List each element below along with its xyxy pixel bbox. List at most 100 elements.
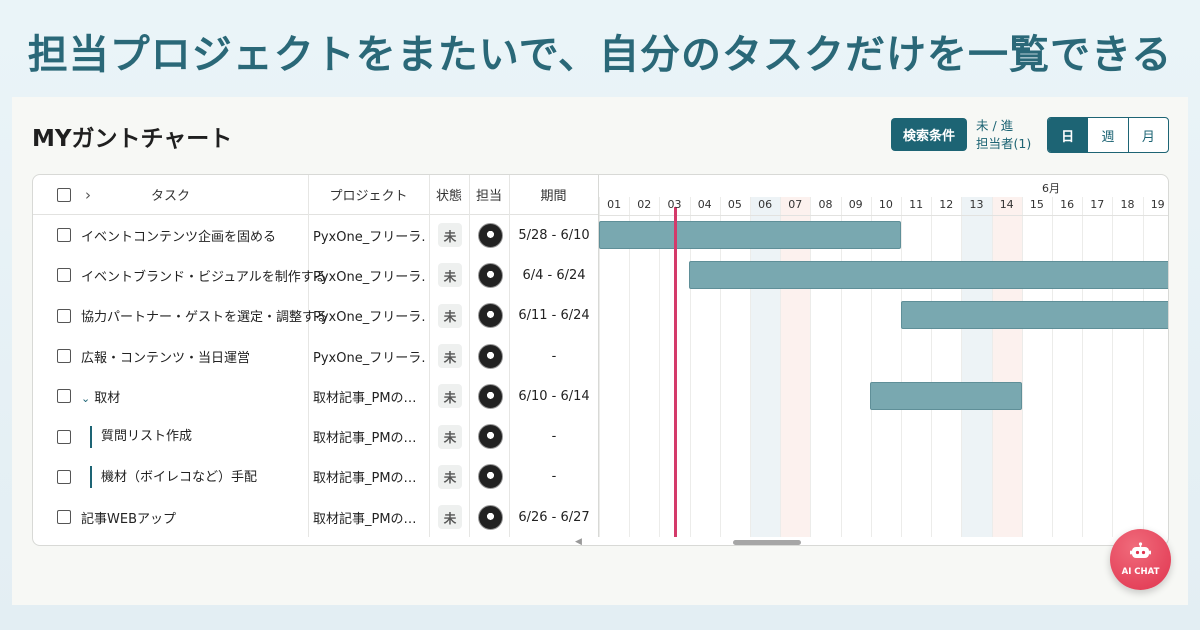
- task-name: 機材（ボイレコなど）手配: [101, 469, 258, 485]
- day-label: 11: [909, 198, 924, 211]
- day-label: 06: [758, 198, 773, 211]
- subtask: 機材（ボイレコなど）手配: [90, 466, 257, 489]
- scroll-left-icon[interactable]: ◀: [575, 537, 582, 545]
- task-period: 6/10 - 6/14: [518, 388, 590, 404]
- view-month-button[interactable]: 月: [1127, 118, 1168, 152]
- gantt-table: › タスク プロジェクト 状態 担当 期間 イベントコンテンツ企画を固める Py…: [32, 174, 1169, 546]
- avatar: [478, 303, 503, 329]
- project-name: 取材記事_PMの…: [313, 471, 417, 487]
- day-label: 13: [969, 198, 984, 211]
- task-bar[interactable]: [599, 221, 901, 249]
- task-group: ⌄ 取材: [81, 387, 120, 406]
- day-label: 03: [667, 198, 682, 211]
- project-name: PyxOne_フリーラ…: [313, 350, 425, 366]
- subtask: 質問リスト作成: [90, 425, 192, 448]
- day-label: 17: [1090, 198, 1105, 211]
- table-row[interactable]: 広報・コンテンツ・当日運営 PyxOne_フリーラ… 未 -: [33, 336, 598, 376]
- status-badge: 未: [438, 464, 462, 489]
- task-bar[interactable]: [870, 382, 1022, 410]
- task-name: イベントブランド・ビジュアルを制作する: [81, 269, 327, 285]
- task-period: -: [551, 348, 557, 364]
- row-checkbox[interactable]: [57, 510, 71, 525]
- today-marker: [674, 207, 677, 537]
- day-label: 07: [788, 198, 803, 211]
- row-checkbox[interactable]: [57, 268, 71, 283]
- avatar: [478, 383, 503, 409]
- day-label: 10: [878, 198, 893, 211]
- project-name: 取材記事_PMの…: [313, 431, 417, 447]
- row-checkbox[interactable]: [57, 228, 71, 243]
- table-row[interactable]: 質問リスト作成 取材記事_PMの… 未 -: [33, 417, 598, 457]
- project-name: 取材記事_PMの…: [313, 390, 417, 406]
- search-conditions-button[interactable]: 検索条件: [891, 118, 967, 151]
- select-all-checkbox[interactable]: [57, 187, 71, 202]
- ai-chat-button[interactable]: AI CHAT: [1110, 529, 1171, 590]
- task-name: 取材: [94, 390, 121, 406]
- task-period: 6/26 - 6/27: [518, 509, 590, 525]
- table-row[interactable]: イベントコンテンツ企画を固める PyxOne_フリーラ… 未 5/28 - 6/…: [33, 215, 598, 255]
- header-task-label: タスク: [150, 189, 190, 204]
- day-column: [991, 197, 1022, 537]
- header-period[interactable]: 期間: [509, 175, 598, 215]
- status-badge: 未: [438, 303, 462, 328]
- status-badge: 未: [438, 505, 462, 530]
- day-label: 04: [697, 198, 712, 211]
- day-label: 12: [939, 198, 954, 211]
- row-checkbox[interactable]: [57, 389, 71, 404]
- project-name: PyxOne_フリーラ…: [313, 229, 425, 245]
- project-name: PyxOne_フリーラ…: [313, 310, 425, 326]
- day-column: [901, 197, 931, 537]
- month-label: 6月: [1042, 182, 1060, 195]
- filter-summary[interactable]: 未 / 進 担当者(1): [976, 117, 1031, 153]
- header-status[interactable]: 状態: [429, 175, 469, 215]
- task-name: 質問リスト作成: [101, 429, 193, 445]
- view-day-button[interactable]: 日: [1048, 118, 1088, 152]
- task-period: 6/4 - 6/24: [522, 267, 586, 283]
- day-label: 01: [607, 198, 622, 211]
- row-checkbox[interactable]: [57, 469, 71, 484]
- avatar: [478, 464, 503, 490]
- day-label: 09: [848, 198, 863, 211]
- avatar: [478, 262, 503, 288]
- day-column: [1052, 197, 1082, 537]
- task-name: 広報・コンテンツ・当日運営: [81, 350, 251, 366]
- header-task: › タスク: [33, 175, 308, 215]
- task-bar[interactable]: [689, 261, 1168, 289]
- header-assignee[interactable]: 担当: [469, 175, 509, 215]
- chevron-right-icon[interactable]: ›: [85, 186, 91, 204]
- task-bar[interactable]: [901, 301, 1168, 329]
- status-badge: 未: [438, 223, 462, 248]
- day-column: [1142, 197, 1168, 537]
- table-row[interactable]: 協力パートナー・ゲストを選定・調整する PyxOne_フリーラ… 未 6/11 …: [33, 296, 598, 336]
- day-label: 08: [818, 198, 833, 211]
- table-row[interactable]: 機材（ボイレコなど）手配 取材記事_PMの… 未 -: [33, 457, 598, 497]
- row-checkbox[interactable]: [57, 308, 71, 323]
- day-label: 15: [1029, 198, 1044, 211]
- status-badge: 未: [438, 424, 462, 449]
- row-checkbox[interactable]: [57, 349, 71, 364]
- chevron-down-icon[interactable]: ⌄: [81, 392, 90, 405]
- day-label: 02: [637, 198, 652, 211]
- day-column: [1082, 197, 1112, 537]
- gantt-panel: MYガントチャート 検索条件 未 / 進 担当者(1) 日 週 月 › タスク …: [12, 97, 1188, 605]
- day-label: 14: [999, 198, 1014, 211]
- filter-status: 未 / 進: [976, 118, 1014, 133]
- day-label: 16: [1060, 198, 1075, 211]
- avatar: [478, 504, 503, 530]
- ai-chat-label: AI CHAT: [1121, 567, 1160, 577]
- gantt-header-divider: [599, 215, 1168, 216]
- table-row[interactable]: 記事WEBアップ 取材記事_PMの… 未 6/26 - 6/27: [33, 497, 598, 537]
- subtask-indicator: [90, 466, 92, 489]
- page-title: MYガントチャート: [32, 126, 233, 152]
- header-project[interactable]: プロジェクト: [308, 175, 429, 215]
- horizontal-scrollbar[interactable]: [733, 540, 801, 545]
- table-row[interactable]: イベントブランド・ビジュアルを制作する PyxOne_フリーラ… 未 6/4 -…: [33, 255, 598, 295]
- row-checkbox[interactable]: [57, 429, 71, 444]
- table-row[interactable]: ⌄ 取材 取材記事_PMの… 未 6/10 - 6/14: [33, 376, 598, 416]
- view-toggle: 日 週 月: [1047, 117, 1169, 153]
- view-week-button[interactable]: 週: [1087, 118, 1127, 152]
- status-badge: 未: [438, 263, 462, 288]
- day-column: [1021, 197, 1052, 537]
- task-period: -: [551, 469, 557, 485]
- task-name: イベントコンテンツ企画を固める: [81, 229, 277, 245]
